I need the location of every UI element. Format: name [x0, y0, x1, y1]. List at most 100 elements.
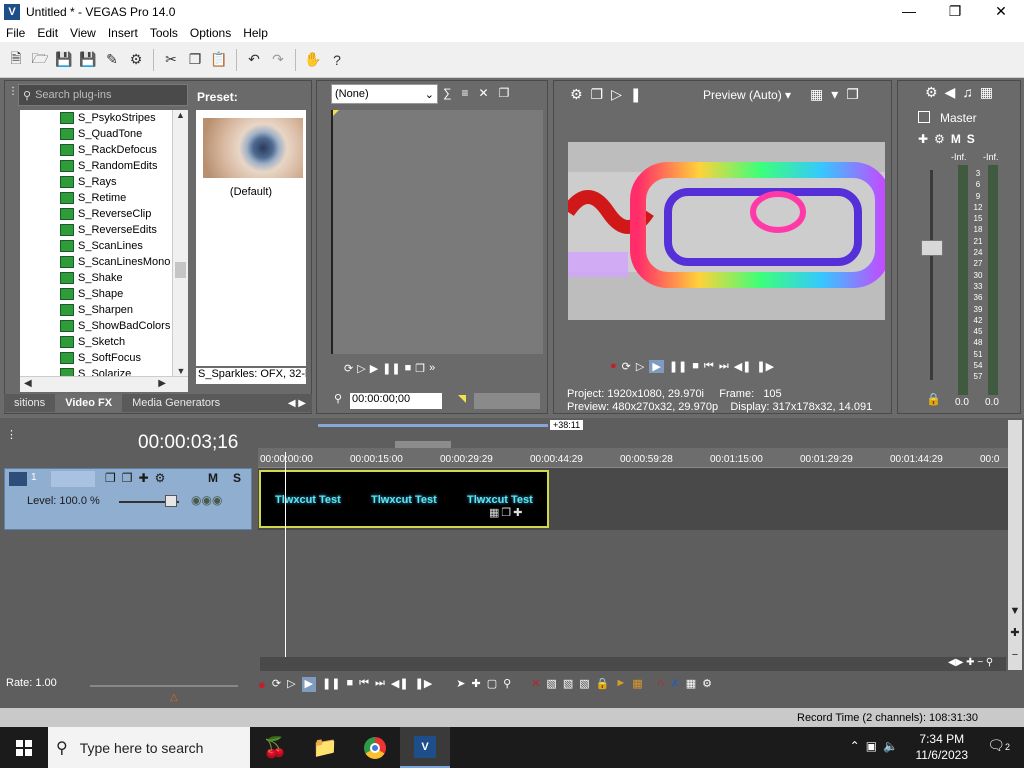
stop-icon[interactable]: ■: [346, 677, 353, 692]
system-tray-icons[interactable]: ⌃▣🔈: [850, 739, 904, 753]
play-from-start-icon[interactable]: ▷: [636, 360, 644, 373]
vegas-taskbar-icon[interactable]: V: [400, 727, 450, 768]
pin-icon[interactable]: ⚲: [334, 392, 342, 405]
split-icon[interactable]: ▧: [563, 677, 573, 692]
plugin-list-hscrollbar[interactable]: ◀ ▶: [20, 376, 188, 392]
list-item[interactable]: S_Retime: [20, 190, 172, 206]
playhead-cursor[interactable]: [285, 452, 286, 657]
record-icon[interactable]: ●: [258, 677, 266, 692]
menu-help[interactable]: Help: [237, 26, 274, 40]
video-track-header[interactable]: 1 ❐❐✚⚙ M S Level: 100.0 % ◉◉◉: [4, 468, 252, 530]
list-item[interactable]: S_Solarize: [20, 366, 172, 376]
add-to-timeline-icon[interactable]: ❐: [415, 362, 425, 375]
video-clip[interactable]: Tlwxcut Test Tlwxcut Test Tlwxcut Test ▦…: [259, 470, 549, 528]
close-button[interactable]: ✕: [978, 0, 1024, 23]
delete-icon[interactable]: ✕: [531, 677, 540, 692]
pause-icon[interactable]: ❚❚: [382, 362, 400, 375]
loop-icon[interactable]: ⟳: [272, 677, 281, 692]
menu-options[interactable]: Options: [184, 26, 237, 40]
open-folder-icon[interactable]: 🗁: [30, 50, 50, 70]
master-fader-handle[interactable]: [921, 240, 943, 256]
tab-video-fx[interactable]: Video FX: [55, 394, 123, 412]
preset-thumbnail[interactable]: [203, 118, 303, 178]
render-icon[interactable]: ✎: [102, 50, 122, 70]
snapping-icon[interactable]: ∩: [657, 677, 665, 692]
maximize-button[interactable]: ❐: [932, 0, 978, 23]
taskbar-clock[interactable]: 7:34 PM 11/6/2023: [916, 731, 969, 763]
next-frame-icon[interactable]: ❚▶: [415, 677, 433, 692]
list-item[interactable]: S_ScanLinesMono: [20, 254, 172, 270]
stop-icon[interactable]: ■: [692, 360, 699, 373]
mixer-toolbar-icons[interactable]: ⚙◀♫▦: [925, 84, 1000, 101]
timeline-hscrollbar[interactable]: [260, 657, 1006, 671]
play-icon[interactable]: ▶: [649, 360, 664, 373]
plugin-list[interactable]: S_PsykoStripes S_QuadTone S_RackDefocus …: [20, 110, 172, 376]
start-button[interactable]: [0, 727, 48, 768]
pause-icon[interactable]: ❚❚: [322, 677, 340, 692]
scroll-thumb[interactable]: [175, 262, 186, 278]
trimmer-timecode[interactable]: 00:00:00;00: [350, 393, 442, 409]
track-mute-button[interactable]: M: [208, 471, 218, 485]
list-item[interactable]: S_PsykoStripes: [20, 110, 172, 126]
region-icon[interactable]: ▦: [632, 677, 642, 692]
preview-toolbar-icons[interactable]: ⚙❐▷❚: [570, 86, 650, 103]
save-as-icon[interactable]: 💾: [78, 50, 98, 70]
list-item[interactable]: S_Rays: [20, 174, 172, 190]
master-fader-track[interactable]: [930, 170, 933, 380]
cherries-icon[interactable]: 🍒: [250, 727, 300, 768]
list-item[interactable]: S_RackDefocus: [20, 142, 172, 158]
timeline-grip-icon[interactable]: ⋮: [6, 428, 17, 441]
save-icon[interactable]: 💾: [54, 50, 74, 70]
copy-icon[interactable]: ❐: [185, 50, 205, 70]
preview-quality-select[interactable]: Preview (Auto) ▾: [703, 88, 791, 102]
scroll-zoom-bar[interactable]: [318, 424, 548, 427]
list-item[interactable]: S_Shape: [20, 286, 172, 302]
overlay-grid-icon[interactable]: ▦▾❐: [810, 86, 867, 103]
track-solo-button[interactable]: S: [233, 471, 241, 485]
minimize-button[interactable]: —: [886, 0, 932, 23]
paste-icon[interactable]: 📋: [209, 50, 229, 70]
ripple-edit-icon[interactable]: ▦: [686, 677, 696, 692]
loop-region[interactable]: [395, 441, 451, 448]
list-item[interactable]: S_Sharpen: [20, 302, 172, 318]
trim-icon[interactable]: ▧: [546, 677, 556, 692]
go-to-end-icon[interactable]: ⏭: [375, 677, 385, 692]
scroll-left-icon[interactable]: ◀: [24, 378, 32, 389]
next-frame-icon[interactable]: ⏭: [719, 360, 729, 373]
list-item[interactable]: S_Sketch: [20, 334, 172, 350]
plugin-search-input[interactable]: ⚲ Search plug-ins: [18, 84, 188, 106]
list-item[interactable]: S_ShowBadColors: [20, 318, 172, 334]
master-checkbox[interactable]: [918, 111, 930, 123]
notifications-icon[interactable]: 🗨2: [987, 737, 1010, 754]
compositing-icons[interactable]: ◉◉◉: [191, 493, 222, 507]
timeline-zoom-controls[interactable]: ◀▶ ✚ − ⚲: [948, 657, 993, 668]
cursor-time[interactable]: 00:00:03;16: [138, 432, 238, 454]
ripple-icon[interactable]: ▧: [579, 677, 589, 692]
undo-icon[interactable]: ↶: [244, 50, 264, 70]
list-item[interactable]: S_ScanLines: [20, 238, 172, 254]
lock-icon[interactable]: 🔒: [926, 392, 941, 406]
fast-forward-icon[interactable]: »: [429, 362, 435, 375]
trimmer-duration-field[interactable]: [474, 393, 540, 409]
list-item[interactable]: S_ReverseEdits: [20, 222, 172, 238]
trimmer-media-select[interactable]: (None) ⌄: [331, 84, 438, 104]
track-header-icons[interactable]: ❐❐✚⚙: [105, 471, 171, 485]
timeline-ruler[interactable]: 00:00:00:00 00:00:15:00 00:00:29:29 00:0…: [258, 448, 1008, 468]
list-item[interactable]: S_SoftFocus: [20, 350, 172, 366]
help-icon[interactable]: ?: [327, 50, 347, 70]
previous-frame-icon[interactable]: ⏮: [704, 360, 714, 373]
menu-view[interactable]: View: [64, 26, 102, 40]
tab-scroll-icon[interactable]: ◀ ▶: [288, 398, 312, 409]
track-name-field[interactable]: [51, 471, 95, 487]
chrome-icon[interactable]: [350, 727, 400, 768]
lock-envelopes-icon[interactable]: ⚙: [702, 677, 712, 692]
hand-tool-icon[interactable]: ✋: [303, 50, 323, 70]
trimmer-toolbar-icons[interactable]: ∑≡✕❐: [443, 86, 519, 100]
menu-file[interactable]: File: [0, 26, 31, 40]
go-to-start-icon[interactable]: ⏮: [359, 677, 369, 692]
clip-fx-icons[interactable]: ▦❐✚: [489, 506, 524, 519]
preview-frame[interactable]: [568, 142, 885, 320]
play-icon[interactable]: ▶: [301, 677, 317, 692]
play-from-start-icon[interactable]: ▷: [287, 677, 295, 692]
file-explorer-icon[interactable]: 📁: [300, 727, 350, 768]
